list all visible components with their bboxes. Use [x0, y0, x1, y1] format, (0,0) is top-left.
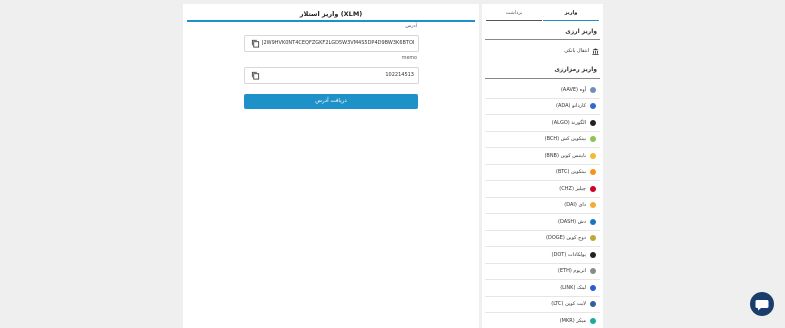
deposit-panel: واریز استلار (XLM) آدرس J2W9HVK0NT4CEQFZ… — [183, 4, 479, 328]
litecoin-icon — [590, 301, 596, 308]
bank-icon — [592, 47, 599, 55]
sidebar-item-crypto[interactable]: الگورند (ALGO) — [485, 115, 600, 132]
polkadot-icon — [590, 251, 596, 258]
memo-label: memo — [401, 56, 417, 61]
sidebar-item-label: لایت کوین (LTC) — [551, 301, 586, 308]
sidebar-item-label: چیلیز (CHZ) — [559, 185, 586, 192]
sidebar-item-label: کاردانو (ADA) — [555, 103, 586, 110]
sidebar-item-label: لینک (LINK) — [560, 284, 586, 291]
copy-icon[interactable] — [251, 71, 260, 80]
divider — [485, 39, 600, 40]
address-value: J2W9HVK0NT4CEQFZGKF2LGD5W3VM4S5DP4D9BW3K… — [262, 40, 414, 46]
crypto-section-title: واریز رمزارزی — [554, 66, 597, 73]
algorand-icon — [590, 119, 596, 126]
maker-icon — [590, 317, 596, 324]
bitcoin-cash-icon — [590, 136, 596, 143]
get-address-button[interactable]: دریافت آدرس — [244, 94, 418, 109]
sidebar: واریز برداشت واریز ارزی انتقال بانکی وار… — [482, 4, 603, 328]
sidebar-item-label: انتقال بانکی — [564, 48, 589, 54]
memo-value: 102214513 — [385, 72, 414, 78]
sidebar-item-label: میکر (MKR) — [559, 317, 586, 324]
sidebar-item-label: الگورند (ALGO) — [551, 119, 586, 126]
sidebar-item-crypto[interactable]: لایت کوین (LTC) — [485, 297, 600, 313]
sidebar-item-label: بیتکوین کش (BCH) — [544, 136, 586, 143]
sidebar-item-label: پولکادات (DOT) — [551, 251, 586, 258]
aave-icon — [590, 86, 596, 93]
tab-bar: واریز برداشت — [485, 8, 600, 21]
sidebar-item-label: بیتکوین (BTC) — [555, 169, 586, 176]
sidebar-item-label: اتریوم (ETH) — [557, 268, 586, 275]
divider — [485, 78, 600, 79]
sidebar-item-crypto[interactable]: اتریوم (ETH) — [485, 264, 600, 280]
copy-icon[interactable] — [251, 39, 260, 48]
bitcoin-icon — [590, 169, 596, 176]
sidebar-item-crypto[interactable]: کاردانو (ADA) — [485, 99, 600, 115]
sidebar-item-crypto[interactable]: دای (DAI) — [485, 198, 600, 214]
sidebar-item-label: بایننس کوین (BNB) — [544, 152, 586, 159]
sidebar-item-label: دوج کوین (DOGE) — [546, 235, 586, 242]
chainlink-icon — [590, 284, 596, 291]
sidebar-item-crypto[interactable]: میکر (MKR) — [485, 313, 600, 328]
sidebar-item-crypto[interactable]: دش (DASH) — [485, 214, 600, 231]
dai-icon — [590, 202, 596, 209]
sidebar-item-crypto[interactable]: بایننس کوین (BNB) — [485, 148, 600, 165]
address-field[interactable]: J2W9HVK0NT4CEQFZGKF2LGD5W3VM4S5DP4D9BW3K… — [244, 35, 419, 52]
sidebar-item-label: دای (DAI) — [564, 202, 586, 209]
sidebar-item-label: دش (DASH) — [558, 218, 586, 225]
sidebar-item-crypto[interactable]: بیتکوین (BTC) — [485, 165, 600, 181]
chat-icon — [755, 300, 769, 311]
fiat-section-title: واریز ارزی — [565, 28, 597, 35]
sidebar-item-bank-transfer[interactable]: انتقال بانکی — [564, 44, 599, 58]
tab-deposit[interactable]: واریز — [543, 8, 599, 21]
address-label: آدرس — [405, 24, 417, 29]
dash-icon — [590, 218, 596, 225]
chiliz-icon — [590, 185, 596, 192]
doge-icon — [590, 235, 596, 242]
cardano-icon — [590, 103, 596, 110]
binance-icon — [590, 152, 596, 159]
sidebar-item-crypto[interactable]: لینک (LINK) — [485, 280, 600, 297]
ethereum-icon — [590, 268, 596, 275]
crypto-list: آوه (AAVE) کاردانو (ADA) الگورند (ALGO) بیت… — [485, 82, 600, 328]
memo-field[interactable]: 102214513 — [244, 67, 419, 84]
sidebar-item-crypto[interactable]: آوه (AAVE) — [485, 82, 600, 99]
sidebar-item-crypto[interactable]: بیتکوین کش (BCH) — [485, 132, 600, 148]
page-title: واریز استلار (XLM) — [187, 8, 475, 22]
sidebar-item-crypto[interactable]: دوج کوین (DOGE) — [485, 231, 600, 247]
chat-button[interactable] — [750, 292, 774, 316]
sidebar-item-crypto[interactable]: چیلیز (CHZ) — [485, 181, 600, 198]
sidebar-item-label: آوه (AAVE) — [560, 86, 586, 93]
tab-withdraw[interactable]: برداشت — [486, 8, 542, 21]
sidebar-item-crypto[interactable]: پولکادات (DOT) — [485, 247, 600, 264]
